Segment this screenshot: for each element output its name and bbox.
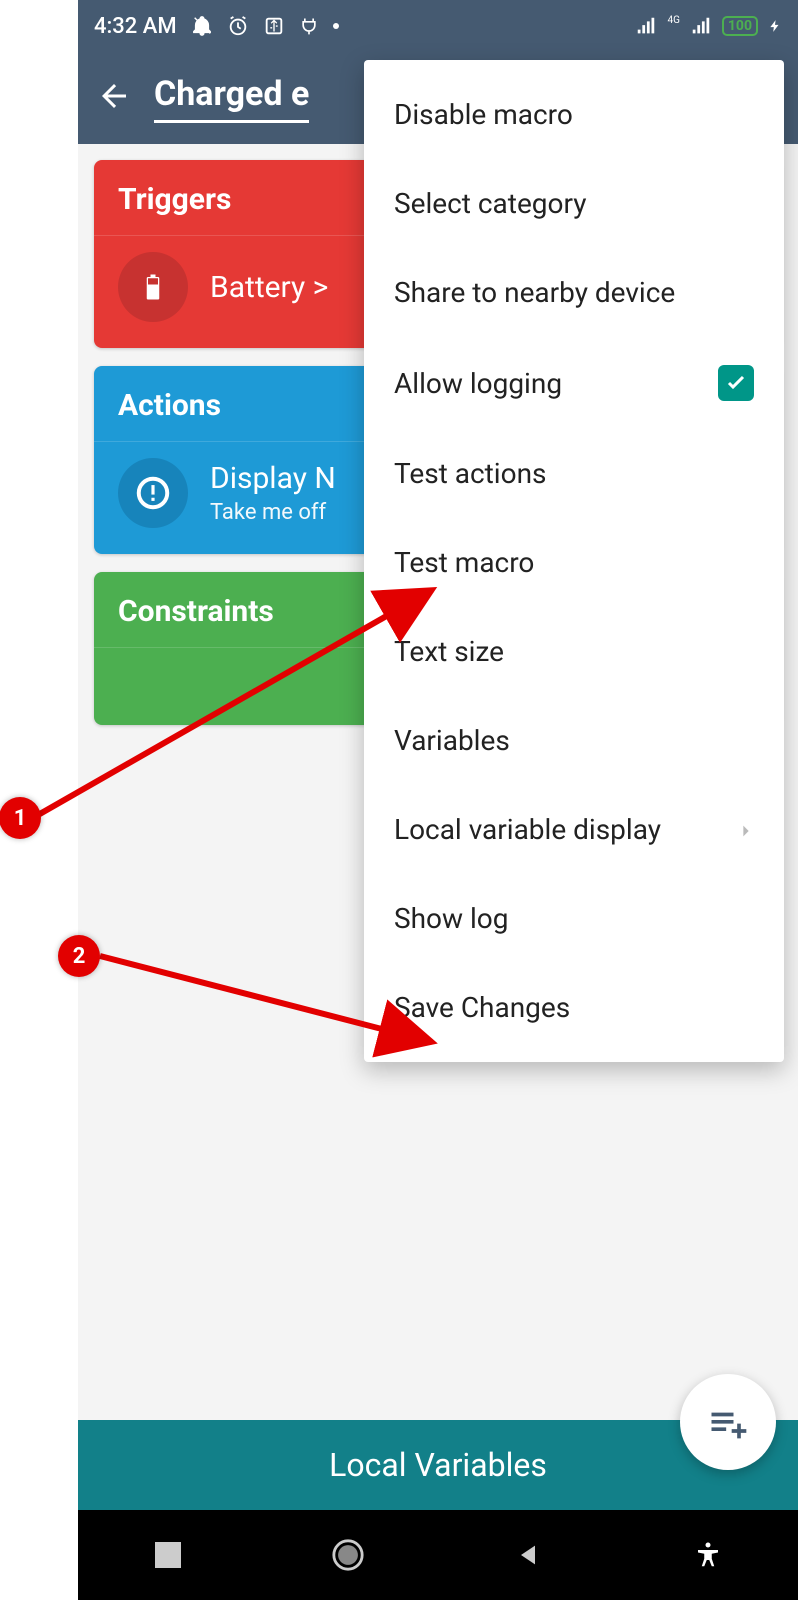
phone-frame: 4:32 AM 4G 100 bbox=[78, 0, 798, 1600]
playlist-add-icon bbox=[706, 1398, 750, 1446]
battery-indicator: 100 bbox=[722, 16, 758, 36]
status-time: 4:32 AM bbox=[94, 14, 177, 39]
signal2-icon bbox=[690, 15, 712, 37]
action-item-subtitle: Take me off bbox=[210, 500, 336, 525]
menu-text-size[interactable]: Text size bbox=[364, 607, 784, 696]
annotation-marker-1: 1 bbox=[0, 797, 41, 839]
status-bar: 4:32 AM 4G 100 bbox=[78, 0, 798, 52]
annotation-marker-2: 2 bbox=[58, 935, 100, 977]
menu-allow-logging[interactable]: Allow logging bbox=[364, 337, 784, 429]
menu-test-macro[interactable]: Test macro bbox=[364, 518, 784, 607]
menu-select-category[interactable]: Select category bbox=[364, 159, 784, 248]
network-label: 4G bbox=[667, 15, 679, 26]
bolt-icon bbox=[768, 16, 782, 36]
local-variables-label: Local Variables bbox=[329, 1446, 547, 1484]
battery-icon bbox=[118, 252, 188, 322]
menu-test-actions[interactable]: Test actions bbox=[364, 429, 784, 518]
nav-accessibility[interactable] bbox=[688, 1535, 728, 1575]
nav-bar bbox=[78, 1510, 798, 1600]
page-title[interactable]: Charged e bbox=[154, 74, 309, 123]
trigger-item-label: Battery > bbox=[210, 270, 328, 305]
overflow-menu: Disable macro Select category Share to n… bbox=[364, 60, 784, 1062]
plug-icon bbox=[299, 16, 319, 36]
alarm-icon bbox=[227, 15, 249, 37]
menu-save-changes[interactable]: Save Changes bbox=[364, 963, 784, 1052]
alert-icon bbox=[118, 458, 188, 528]
menu-disable-macro[interactable]: Disable macro bbox=[364, 70, 784, 159]
nav-back[interactable] bbox=[508, 1535, 548, 1575]
back-button[interactable] bbox=[96, 78, 132, 118]
signal-icon bbox=[635, 15, 657, 37]
nav-recent[interactable] bbox=[148, 1535, 188, 1575]
checkbox-checked-icon[interactable] bbox=[718, 365, 754, 401]
menu-show-log[interactable]: Show log bbox=[364, 874, 784, 963]
action-item-title: Display N bbox=[210, 461, 336, 496]
menu-share-nearby[interactable]: Share to nearby device bbox=[364, 248, 784, 337]
notifications-off-icon bbox=[191, 15, 213, 37]
usb-icon bbox=[263, 15, 285, 37]
menu-local-variable-display[interactable]: Local variable display bbox=[364, 785, 784, 874]
chevron-right-icon bbox=[738, 813, 754, 846]
nav-home[interactable] bbox=[328, 1535, 368, 1575]
menu-variables[interactable]: Variables bbox=[364, 696, 784, 785]
dot-icon bbox=[333, 23, 339, 29]
add-fab[interactable] bbox=[680, 1374, 776, 1470]
